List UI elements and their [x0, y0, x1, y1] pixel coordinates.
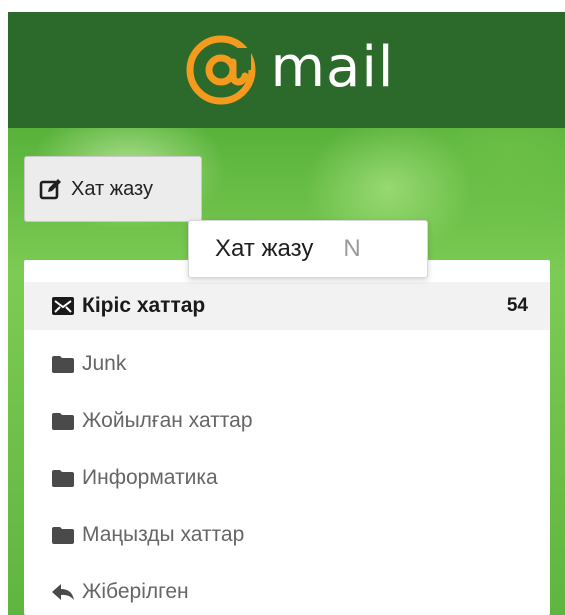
- reply-icon: [52, 584, 74, 600]
- compose-tooltip: Хат жазу N: [188, 220, 428, 278]
- folder-label: Кіріс хаттар: [82, 294, 206, 317]
- folder-icon: [52, 356, 74, 373]
- folder-label: Информатика: [82, 466, 218, 489]
- mail-app: mail Хат жазу Кіріс хаттар 54 Junk Жойыл…: [8, 12, 565, 615]
- folder-item-junk[interactable]: Junk: [24, 340, 550, 388]
- folder-label: Жіберілген: [82, 580, 189, 603]
- folder-item-inbox[interactable]: Кіріс хаттар 54: [24, 282, 550, 330]
- folder-item-important[interactable]: Маңызды хаттар: [24, 511, 550, 559]
- compose-label: Хат жазу: [71, 177, 153, 200]
- tooltip-text: Хат жазу: [215, 235, 314, 262]
- unread-count-badge: 54: [506, 295, 528, 316]
- inbox-icon: [52, 297, 74, 315]
- logo-text: mail: [270, 35, 395, 100]
- shortcut-key: N: [343, 235, 361, 262]
- folder-icon: [52, 470, 74, 487]
- left-border: [0, 0, 8, 615]
- folder-label: Маңызды хаттар: [82, 523, 245, 546]
- folder-list: Кіріс хаттар 54 Junk Жойылған хаттар Инф…: [24, 260, 550, 615]
- folder-label: Junk: [82, 352, 127, 375]
- screenshot-frame: mail Хат жазу Кіріс хаттар 54 Junk Жойыл…: [0, 0, 565, 615]
- folder-icon: [52, 413, 74, 430]
- at-sign-logo-icon: [186, 35, 255, 105]
- compose-button[interactable]: Хат жазу: [24, 156, 202, 222]
- folder-item-sent[interactable]: Жіберілген: [24, 568, 550, 615]
- folder-icon: [52, 527, 74, 544]
- mail-logo[interactable]: mail: [185, 34, 395, 106]
- app-header: mail: [8, 12, 565, 128]
- folder-item-deleted[interactable]: Жойылған хаттар: [24, 397, 550, 445]
- folder-item-informatics[interactable]: Информатика: [24, 454, 550, 502]
- edit-icon: [39, 179, 61, 200]
- folder-label: Жойылған хаттар: [82, 409, 253, 432]
